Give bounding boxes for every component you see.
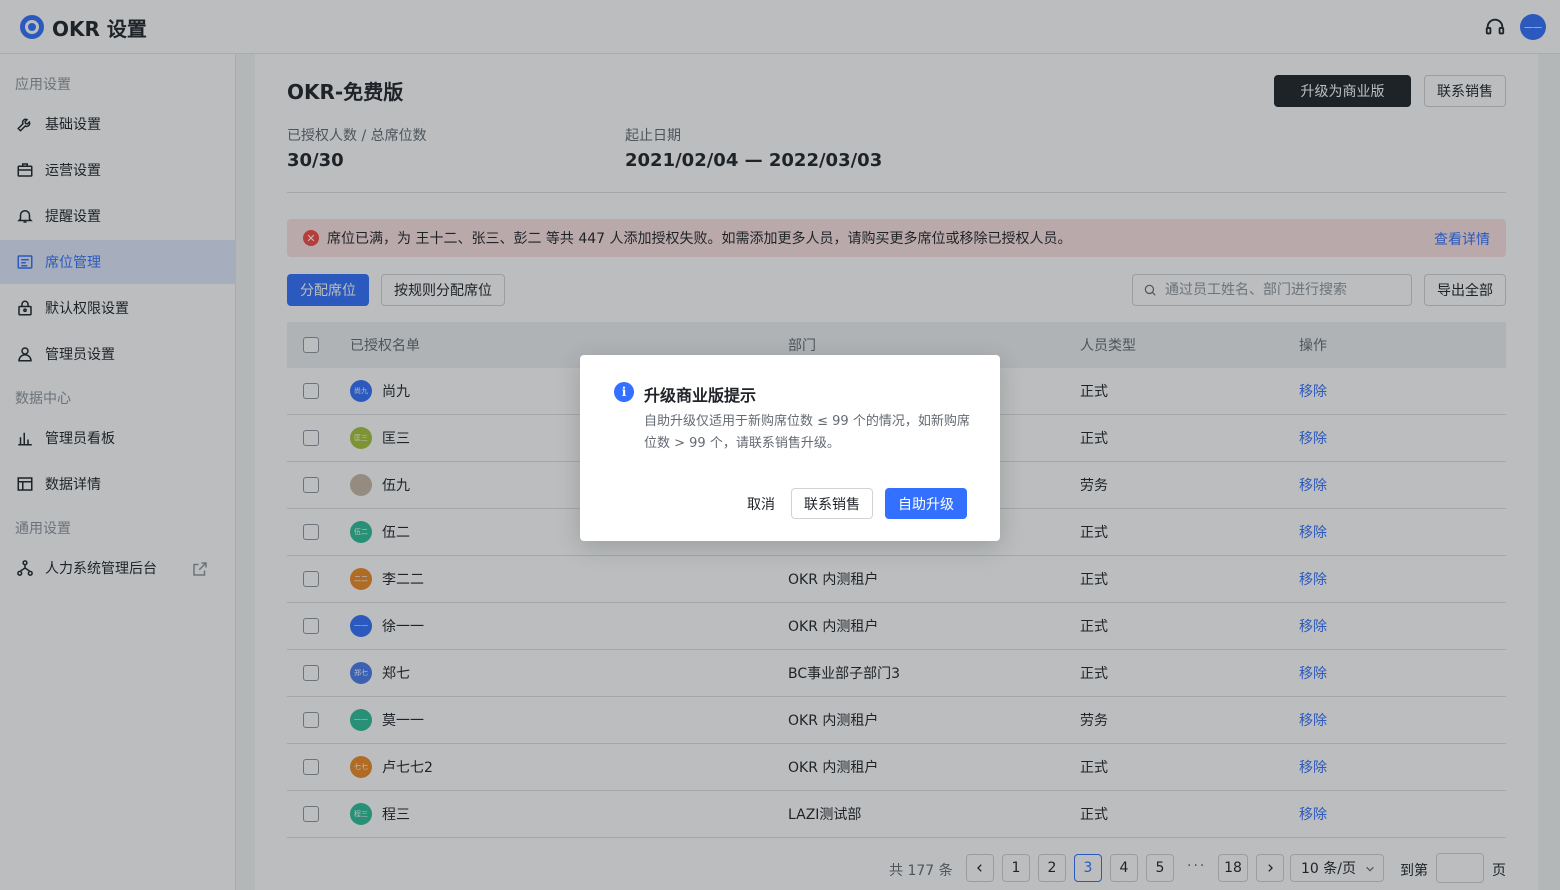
info-icon: i (614, 382, 634, 402)
modal-title: 升级商业版提示 (644, 386, 757, 405)
modal-body: 自助升级仅适用于新购席位数 ≤ 99 个的情况，如新购席位数 > 99 个，请联… (644, 414, 970, 451)
upgrade-modal: i 升级商业版提示 自助升级仅适用于新购席位数 ≤ 99 个的情况，如新购席位数… (580, 355, 1000, 541)
cancel-button[interactable]: 取消 (740, 488, 782, 519)
self-upgrade-button[interactable]: 自助升级 (885, 488, 967, 519)
modal-contact-sales-button[interactable]: 联系销售 (791, 488, 873, 519)
